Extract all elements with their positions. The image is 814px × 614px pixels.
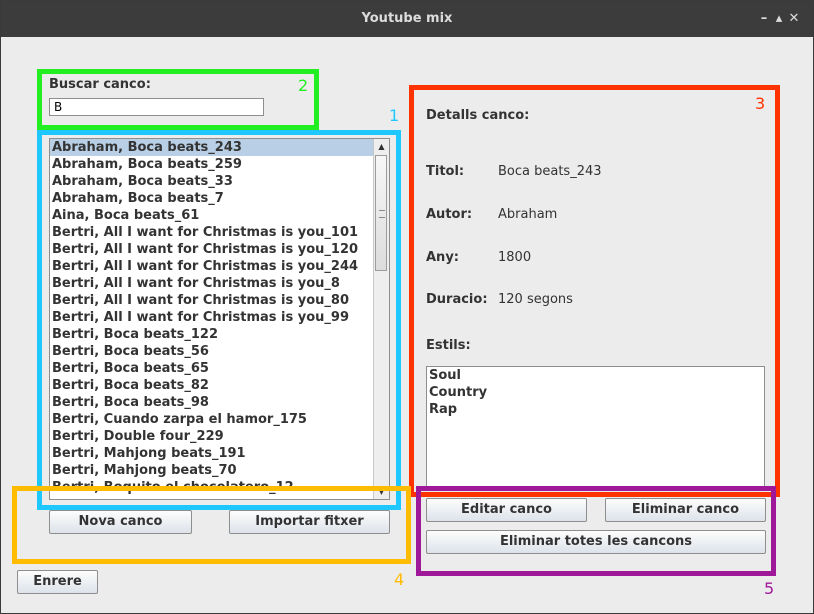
main-window: Youtube mix – ▴ ✕ Buscar canco: B Abraha… — [0, 0, 814, 614]
annotation-label-5: 5 — [764, 579, 775, 598]
annotation-label-2: 2 — [298, 76, 309, 95]
annotation-box-2 — [37, 69, 319, 130]
annotation-box-1 — [37, 130, 401, 510]
annotation-box-3 — [409, 85, 780, 497]
annotation-label-1: 1 — [389, 106, 400, 125]
annotation-box-4 — [12, 486, 411, 564]
annotation-label-4: 4 — [394, 570, 405, 589]
enrere-button[interactable]: Enrere — [17, 570, 98, 594]
title-bar: Youtube mix – ▴ ✕ — [1, 1, 813, 37]
window-title: Youtube mix — [361, 11, 453, 26]
annotation-label-3: 3 — [755, 94, 766, 113]
annotation-box-5 — [416, 486, 776, 576]
close-icon[interactable]: ✕ — [785, 10, 803, 28]
